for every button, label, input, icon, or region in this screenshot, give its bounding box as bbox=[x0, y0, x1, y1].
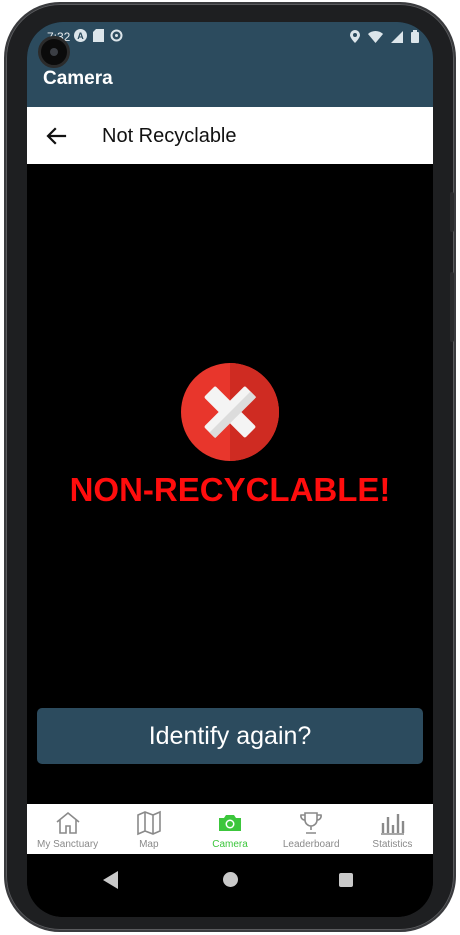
app-title: Camera bbox=[43, 68, 113, 89]
screen: 7:32 A Camera bbox=[27, 22, 433, 917]
status-bar: 7:32 A bbox=[27, 22, 433, 52]
front-camera bbox=[38, 36, 70, 68]
map-icon bbox=[136, 810, 161, 836]
battery-icon bbox=[411, 30, 419, 46]
location-icon bbox=[350, 30, 360, 46]
nav-item-map[interactable]: Map bbox=[108, 804, 189, 854]
identify-again-button[interactable]: Identify again? bbox=[37, 708, 423, 764]
power-button bbox=[450, 272, 454, 342]
wifi-icon bbox=[368, 30, 383, 46]
nav-item-my-sanctuary[interactable]: My Sanctuary bbox=[27, 804, 108, 854]
x-circle-icon bbox=[181, 363, 279, 461]
system-back-icon[interactable] bbox=[103, 871, 119, 889]
result-area: NON-RECYCLABLE! Identify again? bbox=[27, 164, 433, 804]
nav-item-camera[interactable]: Camera bbox=[189, 804, 270, 854]
trophy-icon bbox=[300, 812, 323, 834]
volume-button bbox=[450, 192, 454, 232]
bar-chart-icon bbox=[381, 814, 405, 835]
sub-header: Not Recyclable bbox=[27, 107, 433, 164]
a-icon: A bbox=[74, 29, 87, 42]
nav-item-leaderboard[interactable]: Leaderboard bbox=[271, 804, 352, 854]
result-text: NON-RECYCLABLE! bbox=[69, 471, 391, 508]
nav-label: Leaderboard bbox=[282, 839, 340, 850]
page-title: Not Recyclable bbox=[102, 125, 237, 147]
system-recents-icon[interactable] bbox=[339, 873, 353, 887]
nav-label: Statistics bbox=[372, 839, 413, 850]
camera-icon bbox=[219, 815, 241, 831]
app-bar: Camera bbox=[27, 52, 433, 107]
system-home-icon[interactable] bbox=[223, 872, 238, 887]
status-left-icons: A bbox=[74, 29, 123, 45]
system-nav-bar bbox=[27, 854, 433, 917]
back-arrow-icon[interactable] bbox=[43, 123, 69, 149]
sd-card-icon bbox=[93, 29, 104, 45]
data-saver-icon bbox=[110, 29, 123, 45]
house-icon bbox=[56, 811, 80, 834]
nav-label: My Sanctuary bbox=[37, 839, 99, 850]
bottom-nav: My Sanctuary Map Camera Leaderboard Stat… bbox=[27, 804, 433, 854]
nav-label: Camera bbox=[212, 839, 248, 850]
nav-label: Map bbox=[139, 839, 159, 850]
status-right-icons bbox=[350, 30, 419, 46]
signal-icon bbox=[391, 30, 403, 46]
nav-item-statistics[interactable]: Statistics bbox=[352, 804, 433, 854]
